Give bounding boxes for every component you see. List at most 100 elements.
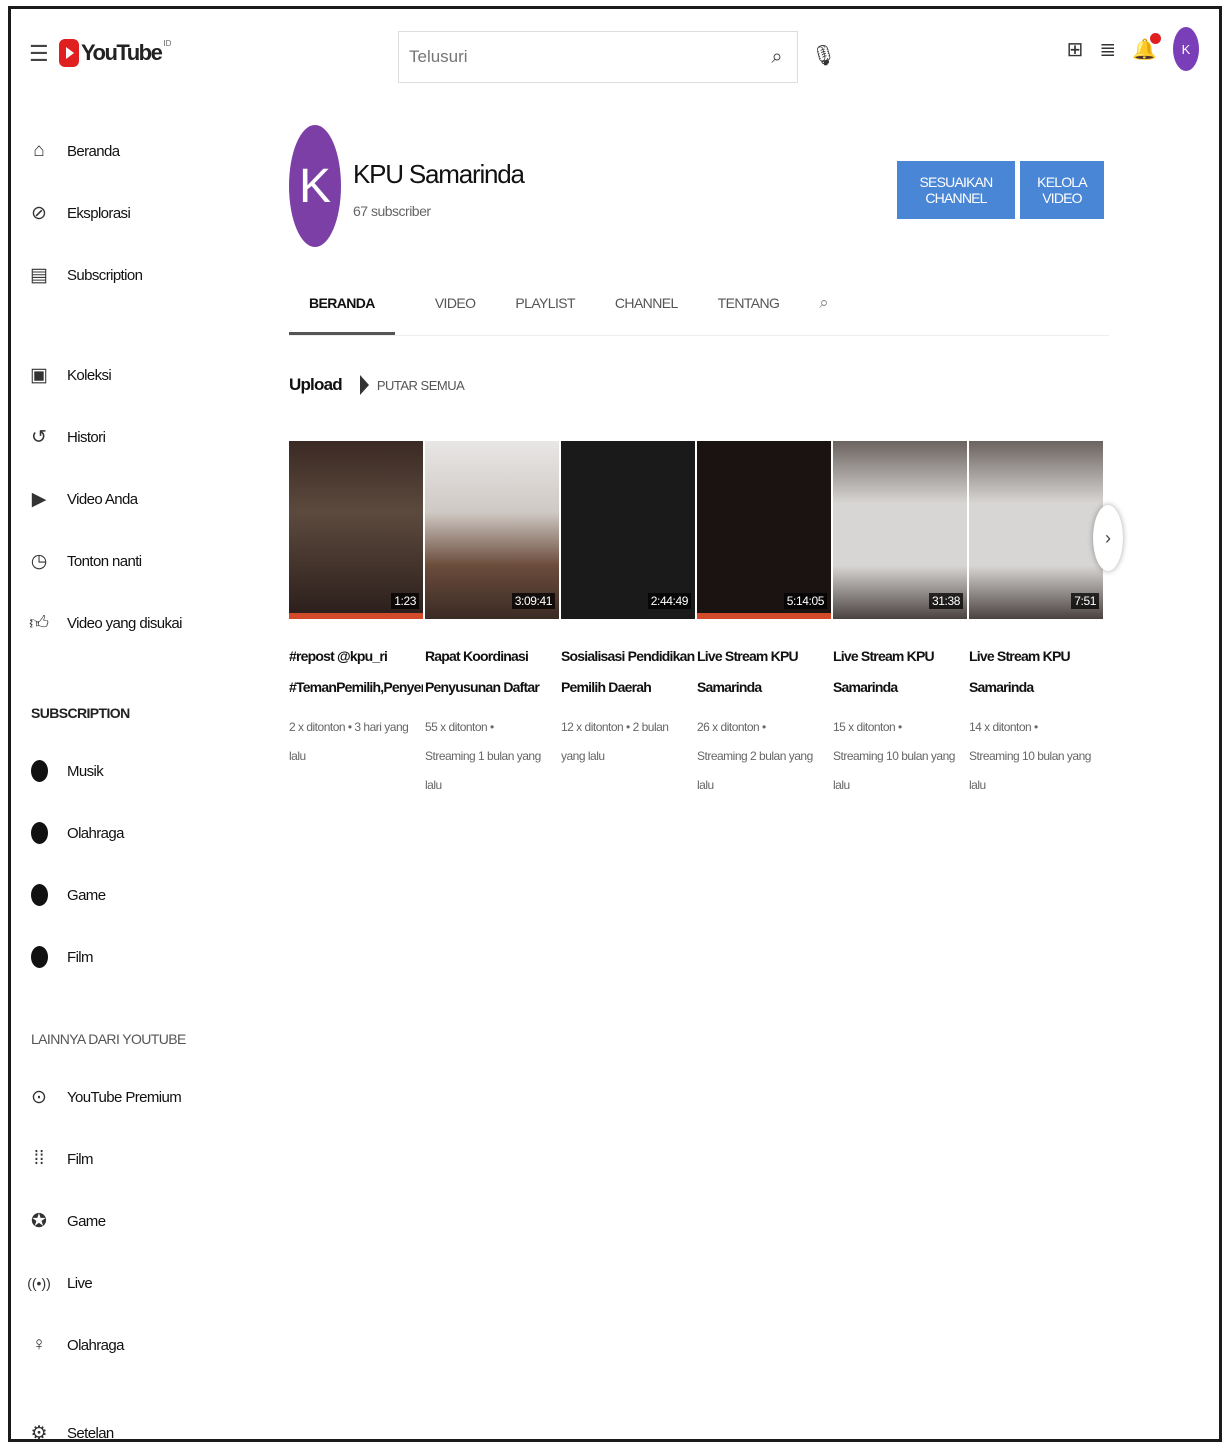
sidebar-item-film[interactable]: Film (11, 937, 94, 977)
channel-search-icon[interactable]: ⌕ (819, 273, 829, 333)
sidebar-item-label: Film (67, 948, 94, 966)
video-title[interactable]: Live Stream KPU Samarinda - Rekapitulasi… (833, 641, 967, 703)
play-all-button[interactable]: PUTAR SEMUA (359, 375, 465, 395)
sidebar-item-label: Subscription (67, 266, 143, 284)
channel-tabs: BERANDA VIDEO PLAYLIST CHANNEL TENTANG ⌕ (289, 273, 868, 335)
video-card[interactable]: 3:09:41 Rapat Koordinasi Penyusunan Daft… (425, 441, 559, 800)
video-title[interactable]: #repost @kpu_ri #TemanPemilih,Penyeraha.… (289, 641, 423, 703)
sidebar-item-label: Video Anda (67, 490, 138, 508)
sidebar-item-histori[interactable]: ↺ Histori (11, 417, 106, 457)
sidebar-item-olahraga-more[interactable]: ♀ Olahraga (11, 1325, 125, 1365)
video-card[interactable]: 7:51 Live Stream KPU Samarinda - Rapat P… (969, 441, 1103, 800)
video-thumbnail[interactable]: 5:14:05 (697, 441, 831, 619)
video-thumbnail[interactable]: 3:09:41 (425, 441, 559, 619)
account-avatar[interactable]: K (1173, 27, 1199, 71)
video-duration: 31:38 (928, 593, 963, 609)
subscriptions-icon: ▤ (30, 264, 48, 286)
play-all-label: PUTAR SEMUA (376, 377, 465, 393)
uploads-header: Upload PUTAR SEMUA (289, 375, 465, 395)
sidebar-item-koleksi[interactable]: ▣ Koleksi (11, 355, 112, 395)
sidebar-item-label: Game (67, 1212, 106, 1230)
uploads-title[interactable]: Upload (289, 375, 343, 395)
video-meta: 55 x ditonton • Streaming 1 bulan yang l… (425, 720, 541, 792)
video-title[interactable]: Live Stream KPU Samarinda - Sosialisasi … (697, 641, 831, 703)
video-thumbnail[interactable]: 31:38 (833, 441, 967, 619)
tab-channel[interactable]: CHANNEL (615, 273, 678, 333)
game-channel-icon (11, 884, 67, 906)
sidebar-item-youtube-premium[interactable]: ⊙ YouTube Premium (11, 1077, 182, 1117)
notifications-icon[interactable]: 🔔 (1132, 32, 1161, 62)
tab-beranda[interactable]: BERANDA (289, 273, 395, 335)
tabs-divider (289, 335, 1109, 336)
sidebar-item-label: Live (67, 1274, 93, 1292)
watch-later-icon: ◷ (30, 550, 48, 572)
apps-icon[interactable]: ≣ (1099, 37, 1116, 62)
notification-badge (1150, 32, 1161, 44)
live-icon: ((•)) (27, 1275, 51, 1291)
thumbs-up-icon: 👍︎ (29, 612, 49, 634)
search-icon[interactable]: ⌕ (757, 46, 797, 69)
uploads-shelf: 1:23 #repost @kpu_ri #TemanPemilih,Penye… (289, 441, 1109, 792)
youtube-logo[interactable]: YouTube ID (59, 39, 171, 67)
manage-videos-button[interactable]: KELOLA VIDEO (1020, 161, 1104, 219)
sidebar-item-beranda[interactable]: ⌂ Beranda (11, 131, 120, 171)
top-icons: ⊞ ≣ 🔔 K (1067, 27, 1199, 71)
video-card[interactable]: 1:23 #repost @kpu_ri #TemanPemilih,Penye… (289, 441, 423, 771)
video-meta: 14 x ditonton • Streaming 10 bulan yang … (969, 720, 1091, 792)
sidebar: ⌂ Beranda ⊘ Eksplorasi ▤ Subscription ▣ … (11, 99, 211, 1442)
tab-video[interactable]: VIDEO (435, 273, 476, 333)
video-card[interactable]: 2:44:49 Sosialisasi Pendidikan Pemilih D… (561, 441, 695, 771)
sidebar-item-video-disukai[interactable]: 👍︎ Video yang disukai (11, 603, 182, 643)
sidebar-item-label: Eksplorasi (67, 204, 131, 222)
customize-channel-button[interactable]: SESUAIKAN CHANNEL (897, 161, 1015, 219)
tab-playlist[interactable]: PLAYLIST (515, 273, 575, 333)
shelf-next-arrow[interactable]: › (1093, 505, 1123, 571)
subscriber-count: 67 subscriber (353, 203, 431, 219)
sidebar-item-label: Setelan (67, 1424, 114, 1442)
video-meta: 26 x ditonton • Streaming 2 bulan yang l… (697, 720, 813, 792)
sidebar-item-game[interactable]: Game (11, 875, 106, 915)
your-videos-icon: ▶ (31, 488, 47, 510)
search-box: ⌕ (398, 31, 798, 83)
sidebar-item-tonton-nanti[interactable]: ◷ Tonton nanti (11, 541, 142, 581)
sidebar-item-subscription[interactable]: ▤ Subscription (11, 255, 143, 295)
video-duration: 2:44:49 (647, 593, 691, 609)
menu-icon[interactable]: ☰ (29, 41, 49, 67)
subscription-section-title: SUBSCRIPTION (31, 705, 130, 721)
video-meta: 2 x ditonton • 3 hari yang lalu (289, 720, 409, 763)
sidebar-item-musik[interactable]: Musik (11, 751, 104, 791)
logo-country: ID (163, 39, 172, 48)
microphone-icon[interactable]: 🎙 (811, 43, 836, 68)
sidebar-item-game-more[interactable]: ✪ Game (11, 1201, 106, 1241)
sidebar-item-setelan[interactable]: ⚙ Setelan (11, 1413, 114, 1442)
sidebar-item-label: YouTube Premium (67, 1088, 182, 1106)
create-video-icon[interactable]: ⊞ (1067, 37, 1084, 62)
video-title[interactable]: Live Stream KPU Samarinda - Rapat Pleno … (969, 641, 1103, 703)
video-title[interactable]: Sosialisasi Pendidikan Pemilih Daerah Pa… (561, 641, 695, 703)
tab-tentang[interactable]: TENTANG (718, 273, 780, 333)
play-icon (359, 375, 369, 395)
search-input[interactable] (399, 32, 757, 82)
video-thumbnail[interactable]: 1:23 (289, 441, 423, 619)
sidebar-item-video-anda[interactable]: ▶ Video Anda (11, 479, 138, 519)
top-bar: ☰ YouTube ID ⌕ 🎙 ⊞ ≣ 🔔 K (11, 9, 1219, 99)
sidebar-item-olahraga[interactable]: Olahraga (11, 813, 125, 853)
olahraga-channel-icon (11, 822, 67, 844)
video-card[interactable]: 5:14:05 Live Stream KPU Samarinda - Sosi… (697, 441, 831, 800)
video-title[interactable]: Rapat Koordinasi Penyusunan Daftar Pemil… (425, 641, 559, 703)
video-card[interactable]: 31:38 Live Stream KPU Samarinda - Rekapi… (833, 441, 967, 800)
sidebar-item-label: Game (67, 886, 106, 904)
sidebar-item-film-more[interactable]: ⁞⁞ Film (11, 1139, 94, 1179)
sidebar-item-label: Koleksi (67, 366, 112, 384)
history-icon: ↺ (31, 426, 47, 448)
sidebar-item-live[interactable]: ((•)) Live (11, 1263, 93, 1303)
channel-avatar[interactable]: K (289, 125, 341, 247)
video-meta: 12 x ditonton • 2 bulan yang lalu (561, 720, 669, 763)
sidebar-item-eksplorasi[interactable]: ⊘ Eksplorasi (11, 193, 131, 233)
gaming-icon: ✪ (31, 1210, 47, 1232)
video-thumbnail[interactable]: 7:51 (969, 441, 1103, 619)
sidebar-item-label: Olahraga (67, 1336, 125, 1354)
thumbnail-caption-bar (289, 613, 423, 619)
sidebar-item-label: Tonton nanti (67, 552, 142, 570)
video-thumbnail[interactable]: 2:44:49 (561, 441, 695, 619)
